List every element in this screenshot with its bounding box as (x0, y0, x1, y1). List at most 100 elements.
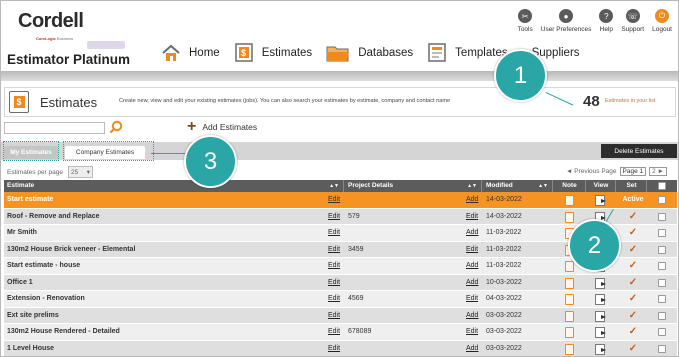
callout-3-line (151, 153, 186, 154)
search-input[interactable] (4, 122, 105, 134)
user-preferences-button[interactable]: ● User Preferences (541, 9, 591, 33)
table-row[interactable]: Extension - Renovation Edit 4569 Edit 04-03-… (4, 291, 677, 308)
row-checkbox[interactable] (658, 311, 666, 320)
table-row[interactable]: Roof - Remove and Replace Edit 579 Edit 14-0… (4, 208, 677, 225)
project-action-link[interactable]: Edit (466, 291, 478, 307)
note-icon[interactable] (565, 195, 574, 206)
table-row[interactable]: 1 Level House Edit Add 03-03-2022 ✓ (4, 340, 677, 357)
note-icon[interactable] (565, 294, 574, 305)
edit-estimate-link[interactable]: Edit (328, 324, 340, 340)
set-active-control[interactable]: Active (622, 192, 644, 208)
edit-estimate-link[interactable]: Edit (328, 308, 340, 324)
logout-button[interactable]: ⏻ Logout (652, 9, 672, 33)
tools-button[interactable]: ✂ Tools (518, 9, 533, 33)
note-icon[interactable] (565, 310, 574, 322)
select-all-checkbox-cell[interactable] (648, 180, 677, 192)
previous-page-link[interactable]: ◄ Previous Page (566, 168, 617, 175)
estimate-name[interactable]: Ext site prelims (7, 308, 59, 324)
view-icon[interactable] (595, 343, 606, 355)
estimate-name[interactable]: Mr Smith (7, 225, 37, 241)
page-select[interactable]: Page 1 (619, 167, 647, 176)
estimate-name[interactable]: Start estimate - house (7, 258, 80, 274)
per-page-select[interactable]: 25 ▾ (68, 166, 94, 178)
project-action-link[interactable]: Add (466, 192, 478, 208)
row-checkbox[interactable] (658, 278, 666, 287)
edit-estimate-link[interactable]: Edit (328, 291, 340, 307)
logo[interactable]: Cordell (18, 10, 84, 33)
set-active-control[interactable]: ✓ (622, 225, 644, 241)
note-icon[interactable] (565, 211, 574, 223)
nav-templates[interactable]: Templates (427, 43, 508, 62)
view-icon[interactable] (595, 277, 606, 289)
row-checkbox[interactable] (658, 196, 666, 204)
nav-home[interactable]: Home (161, 43, 220, 62)
set-active-control[interactable]: ✓ (622, 242, 644, 258)
row-checkbox[interactable] (658, 344, 666, 353)
modified-date: 14-03-2022 (486, 196, 522, 203)
view-icon[interactable] (595, 294, 606, 305)
add-estimates-button[interactable]: + Add Estimates (187, 119, 257, 135)
set-active-control[interactable]: ✓ (622, 291, 644, 307)
project-action-link[interactable]: Add (466, 258, 478, 274)
next-page-link[interactable]: 2 ► (649, 167, 667, 176)
search-icon[interactable] (109, 120, 123, 134)
edit-estimate-link[interactable]: Edit (328, 225, 340, 241)
note-icon[interactable] (565, 261, 574, 272)
edit-estimate-link[interactable]: Edit (328, 341, 340, 357)
select-all-checkbox[interactable] (658, 182, 666, 190)
highlight-company-estimates (63, 141, 154, 161)
modified-date: 11-03-2022 (486, 262, 522, 269)
col-estimate[interactable]: Estimate ▲▼ (4, 180, 344, 192)
row-checkbox[interactable] (658, 245, 666, 254)
estimate-name[interactable]: Extension - Renovation (7, 291, 85, 307)
table-row[interactable]: Office 1 Edit Add 10-03-2022 ✓ (4, 274, 677, 291)
row-checkbox[interactable] (658, 262, 666, 270)
col-project-details[interactable]: Project Details ▲▼ (345, 180, 482, 192)
set-active-control[interactable]: ✓ (622, 341, 644, 357)
estimate-name[interactable]: Start estimate (7, 192, 53, 208)
support-button[interactable]: ☏ Support (621, 9, 644, 33)
estimate-name[interactable]: 130m2 House Brick veneer - Elemental (7, 242, 135, 258)
project-action-link[interactable]: Edit (466, 209, 478, 225)
edit-estimate-link[interactable]: Edit (328, 242, 340, 258)
note-icon[interactable] (565, 343, 574, 355)
set-active-control[interactable]: ✓ (622, 209, 644, 225)
table-row[interactable]: Ext site prelims Edit Add 03-03-2022 ✓ (4, 307, 677, 324)
delete-estimates-button[interactable]: Delete Estimates (601, 144, 677, 158)
project-action-link[interactable]: Add (466, 308, 478, 324)
nav-estimates[interactable]: $ Estimates (234, 43, 312, 62)
note-icon[interactable] (565, 327, 574, 338)
view-icon[interactable] (595, 310, 606, 322)
estimate-name[interactable]: 130m2 House Rendered - Detailed (7, 324, 120, 340)
view-icon[interactable] (595, 195, 606, 206)
project-action-link[interactable]: Edit (466, 242, 478, 258)
svg-text:$: $ (241, 48, 246, 58)
estimate-name[interactable]: 1 Level House (7, 341, 54, 357)
row-checkbox[interactable] (658, 295, 666, 303)
view-icon[interactable] (595, 327, 606, 338)
edit-estimate-link[interactable]: Edit (328, 258, 340, 274)
project-action-link[interactable]: Add (466, 275, 478, 291)
col-project-label: Project Details (348, 182, 394, 189)
project-action-link[interactable]: Add (466, 225, 478, 241)
col-modified[interactable]: Modified ▲▼ (483, 180, 553, 192)
table-row[interactable]: 130m2 House Rendered - Detailed Edit 67808… (4, 324, 677, 341)
edit-estimate-link[interactable]: Edit (328, 192, 340, 208)
edit-estimate-link[interactable]: Edit (328, 275, 340, 291)
edit-estimate-link[interactable]: Edit (328, 209, 340, 225)
project-action-link[interactable]: Add (466, 341, 478, 357)
row-checkbox[interactable] (658, 328, 666, 336)
note-icon[interactable] (565, 277, 574, 289)
estimate-name[interactable]: Roof - Remove and Replace (7, 209, 100, 225)
table-row[interactable]: Start estimate Edit Add 14-03-2022 Active (4, 192, 677, 209)
set-active-control[interactable]: ✓ (622, 324, 644, 340)
row-checkbox[interactable] (658, 229, 666, 237)
set-active-control[interactable]: ✓ (622, 308, 644, 324)
nav-databases[interactable]: Databases (326, 43, 413, 62)
row-checkbox[interactable] (658, 212, 666, 221)
help-button[interactable]: ? Help (599, 9, 614, 33)
set-active-control[interactable]: ✓ (622, 275, 644, 291)
set-active-control[interactable]: ✓ (622, 258, 644, 274)
estimate-name[interactable]: Office 1 (7, 275, 33, 291)
project-action-link[interactable]: Edit (466, 324, 478, 340)
